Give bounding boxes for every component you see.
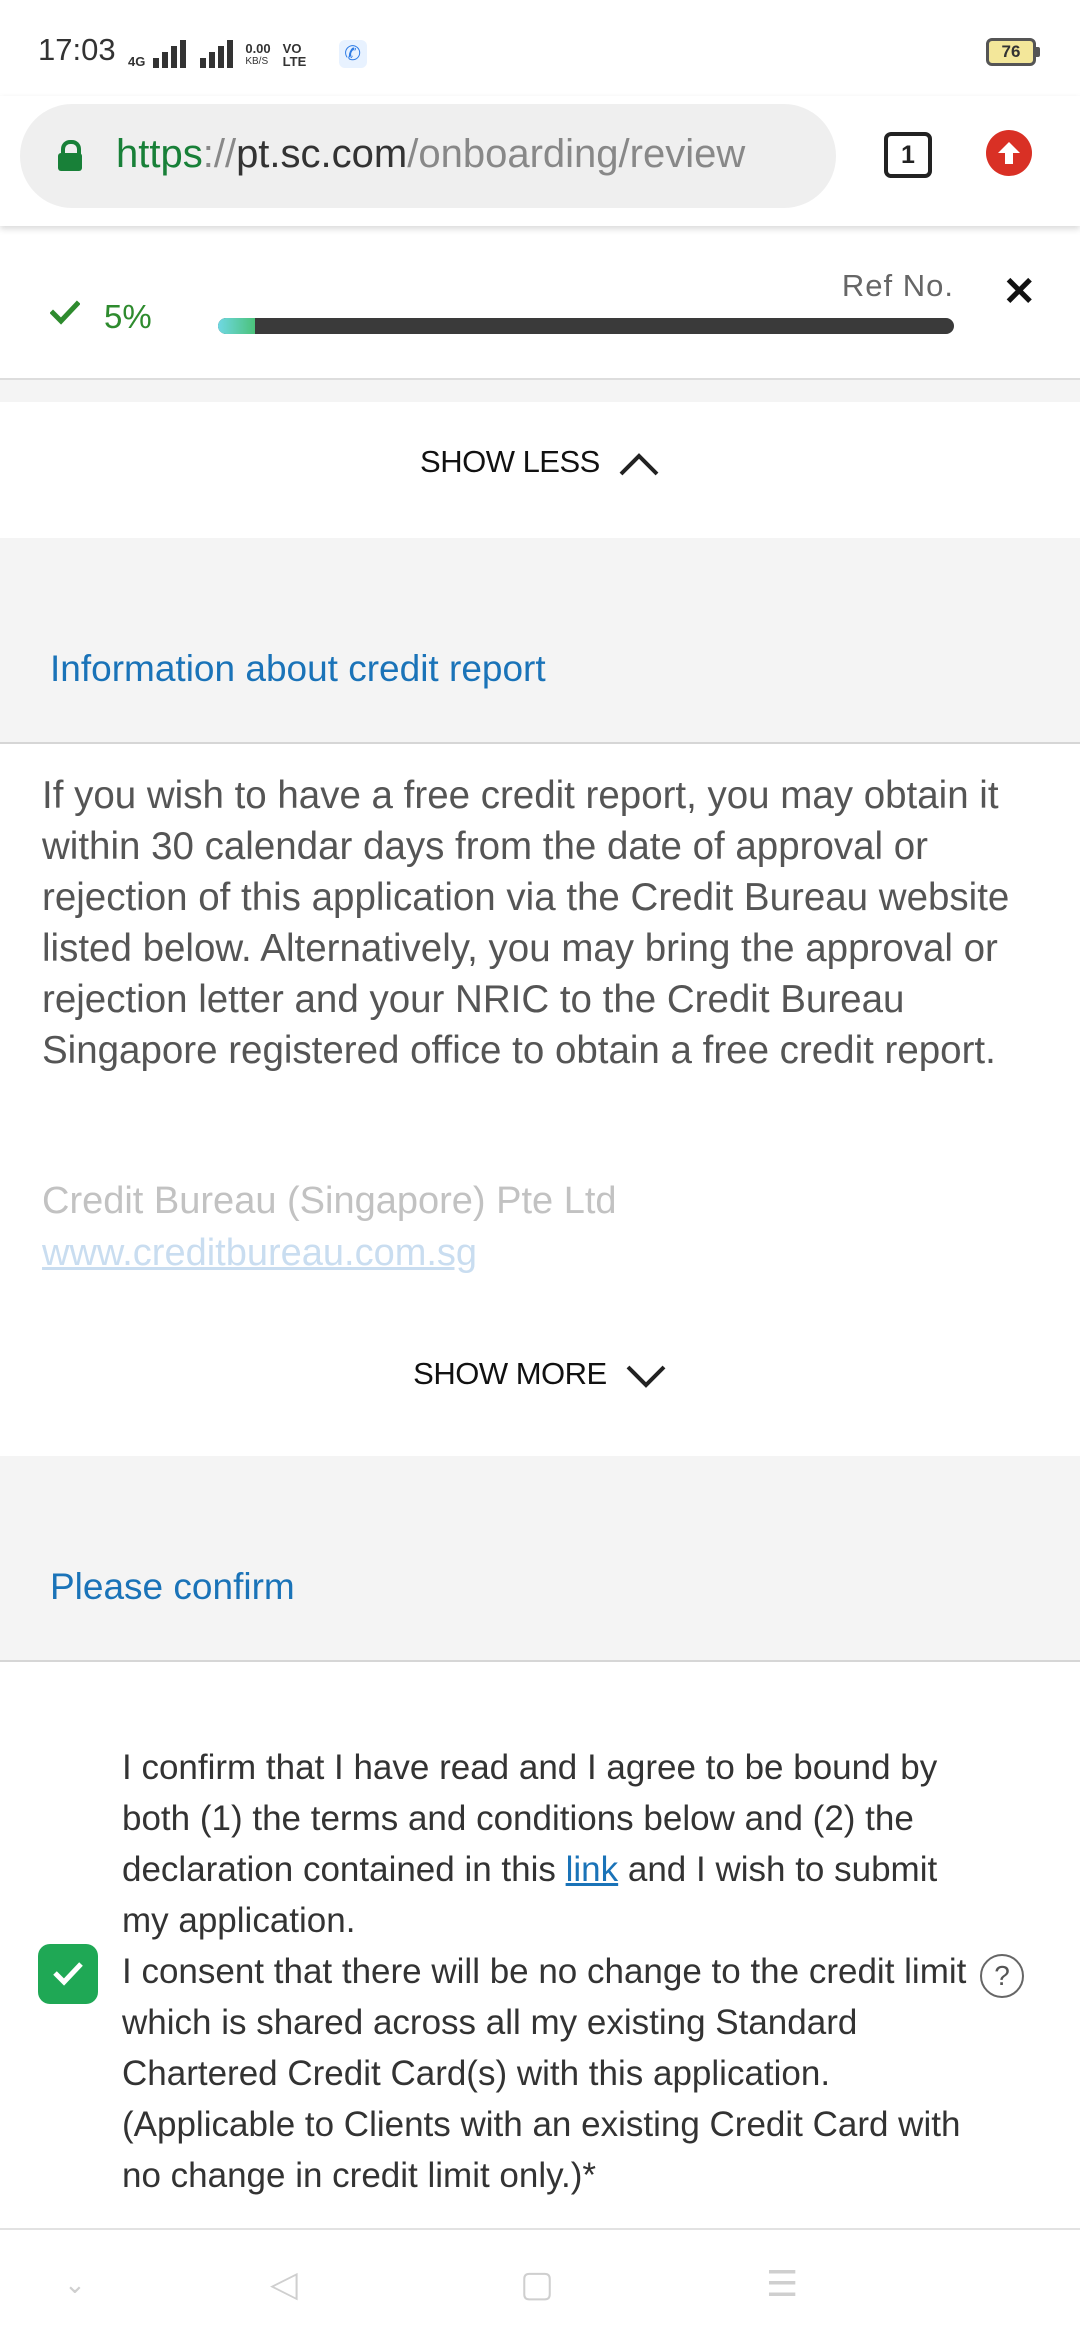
status-time: 17:03 xyxy=(38,32,116,67)
data-speed: 0.00 xyxy=(245,41,271,56)
show-less-label: SHOW LESS xyxy=(420,444,600,479)
bureau-link[interactable]: www.creditbureau.com.sg xyxy=(42,1228,477,1279)
battery-level: 76 xyxy=(1001,42,1021,61)
checkmark-icon xyxy=(53,1962,83,1986)
credit-report-body: If you wish to have a free credit report… xyxy=(42,774,1010,1072)
menu-icon[interactable]: ☰ xyxy=(766,2264,798,2304)
browser-toolbar: https://pt.sc.com/onboarding/review 1 xyxy=(0,96,1080,226)
volte-label: VO LTE xyxy=(282,41,307,69)
status-bar: 17:03 4G 0.00 KB/S VO LTE ✆ 76 xyxy=(0,0,1080,96)
confirm-text: I confirm that I have read and I agree t… xyxy=(122,1742,972,2201)
bureau-name: Credit Bureau (Singapore) Pte Ltd xyxy=(42,1180,617,1222)
home-icon[interactable]: ▢ xyxy=(520,2264,554,2304)
chevron-down-icon xyxy=(626,1365,666,1388)
network-type: 4G xyxy=(128,54,146,69)
signal-icon xyxy=(153,38,187,68)
ref-no-label: Ref No. xyxy=(841,268,954,303)
progress-header: 5% Ref No. ✕ xyxy=(0,228,1080,380)
tab-count: 1 xyxy=(901,141,915,169)
system-nav-bar: ⌄ ◁ ▢ ☰ xyxy=(0,2228,1080,2342)
url-scheme: https xyxy=(116,132,203,176)
url-bar[interactable]: https://pt.sc.com/onboarding/review xyxy=(20,104,836,208)
arrow-up-icon xyxy=(998,142,1020,164)
signal-icon-2 xyxy=(200,38,234,68)
close-icon[interactable]: ✕ xyxy=(1002,272,1036,312)
declaration-link[interactable]: link xyxy=(566,1850,619,1889)
call-icon: ✆ xyxy=(338,40,367,68)
show-more-button[interactable]: SHOW MORE xyxy=(0,1356,1080,1392)
progress-bar xyxy=(218,318,954,334)
data-unit: KB/S xyxy=(245,56,269,67)
back-icon[interactable]: ◁ xyxy=(270,2264,298,2304)
lock-icon xyxy=(58,140,82,171)
divider-strip xyxy=(0,380,1080,402)
show-more-label: SHOW MORE xyxy=(413,1356,607,1391)
update-arrow-icon[interactable] xyxy=(986,130,1032,176)
url-text[interactable]: https://pt.sc.com/onboarding/review xyxy=(116,132,745,177)
confirm-header: Please confirm xyxy=(0,1456,1080,1662)
confirm-checkbox[interactable] xyxy=(38,1944,98,2004)
progress-percent: 5% xyxy=(104,298,152,335)
credit-report-header: Information about credit report xyxy=(0,538,1080,744)
help-symbol: ? xyxy=(994,1960,1010,1991)
confirm-title: Please confirm xyxy=(50,1566,295,1607)
status-icons: 4G 0.00 KB/S VO LTE ✆ xyxy=(128,28,367,68)
url-path: /onboarding/review xyxy=(407,132,746,176)
battery-icon: 76 xyxy=(986,38,1040,66)
chevron-up-icon xyxy=(619,452,659,476)
consent-text: I consent that there will be no change t… xyxy=(122,1952,967,2195)
tab-switcher-button[interactable]: 1 xyxy=(884,132,932,178)
help-icon[interactable]: ? xyxy=(980,1954,1024,1998)
chevron-down-nav-icon[interactable]: ⌄ xyxy=(64,2264,86,2304)
check-icon xyxy=(50,300,80,325)
url-host: pt.sc.com xyxy=(236,132,408,176)
url-separator: :// xyxy=(202,132,237,176)
credit-report-title: Information about credit report xyxy=(50,648,546,689)
show-less-button[interactable]: SHOW LESS xyxy=(0,444,1080,480)
progress-fill xyxy=(218,318,255,334)
